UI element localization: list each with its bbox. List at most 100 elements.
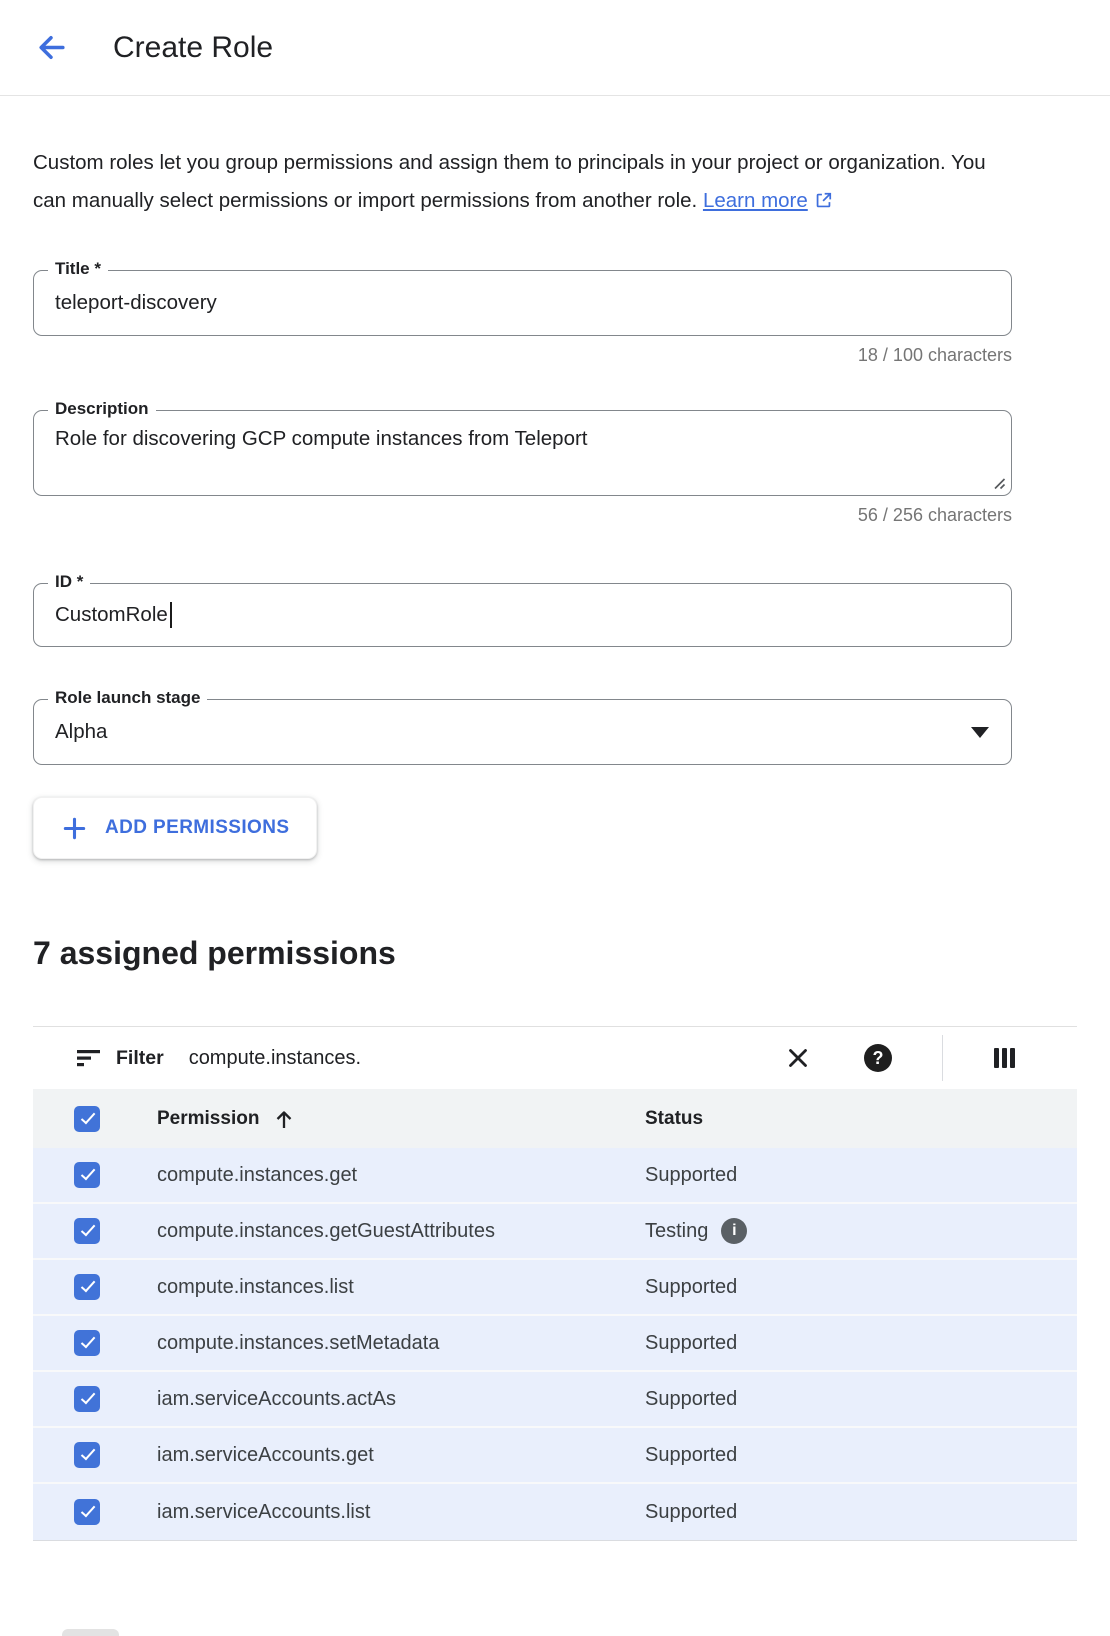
status-label: Supported: [645, 1501, 737, 1524]
table-row[interactable]: iam.serviceAccounts.list Supported: [33, 1484, 1077, 1540]
dropdown-arrow-icon: [971, 727, 989, 738]
column-display-button[interactable]: [991, 1044, 1019, 1072]
row-checkbox[interactable]: [74, 1162, 100, 1188]
description-field-label: Description: [48, 399, 156, 419]
toolbar-divider: [942, 1035, 943, 1081]
intro-text: Custom roles let you group permissions a…: [33, 144, 1008, 220]
id-field-label: ID *: [48, 572, 90, 592]
filter-input[interactable]: compute.instances.: [189, 1047, 361, 1070]
help-icon: ?: [864, 1044, 892, 1072]
permissions-rows: compute.instances.get Supported compute.…: [33, 1148, 1077, 1541]
checkmark-icon: [80, 1502, 95, 1517]
table-row[interactable]: iam.serviceAccounts.get Supported: [33, 1428, 1077, 1484]
table-row[interactable]: compute.instances.getGuestAttributes Tes…: [33, 1204, 1077, 1260]
checkmark-icon: [80, 1165, 95, 1180]
row-checkbox[interactable]: [74, 1386, 100, 1412]
status-cell: Supported: [645, 1276, 1077, 1299]
checkmark-icon: [80, 1333, 95, 1348]
row-checkbox-cell: [33, 1442, 157, 1468]
assigned-permissions-heading: 7 assigned permissions: [33, 935, 1077, 972]
row-checkbox-cell: [33, 1274, 157, 1300]
create-role-form: Custom roles let you group permissions a…: [0, 144, 1110, 1541]
title-field-group: Title *: [33, 270, 1012, 336]
table-row[interactable]: compute.instances.list Supported: [33, 1260, 1077, 1316]
stage-select[interactable]: Alpha: [34, 700, 1011, 764]
table-row[interactable]: compute.instances.setMetadata Supported: [33, 1316, 1077, 1372]
checkmark-icon: [80, 1445, 95, 1460]
resize-handle-icon[interactable]: [991, 475, 1006, 490]
status-cell: Supported: [645, 1444, 1077, 1467]
page-header: Create Role: [0, 0, 1110, 96]
page-title: Create Role: [113, 31, 273, 65]
row-checkbox[interactable]: [74, 1274, 100, 1300]
filter-toolbar-actions: ?: [782, 1035, 1019, 1081]
filter-icon: [77, 1047, 102, 1069]
status-cell: Testing i: [645, 1218, 1077, 1244]
title-field-label: Title *: [48, 259, 108, 279]
description-input[interactable]: Role for discovering GCP compute instanc…: [34, 411, 1011, 495]
id-value: CustomRole: [55, 603, 168, 627]
title-input[interactable]: [34, 271, 1011, 335]
row-checkbox-cell: [33, 1218, 157, 1244]
stage-field-group: Role launch stage Alpha: [33, 699, 1012, 765]
filter-label: Filter: [116, 1047, 164, 1070]
row-checkbox-cell: [33, 1386, 157, 1412]
status-cell: Supported: [645, 1501, 1077, 1524]
intro-copy: Custom roles let you group permissions a…: [33, 151, 986, 212]
permission-column-header[interactable]: Permission: [157, 1108, 645, 1130]
view-columns-icon: [993, 1046, 1017, 1070]
cutoff-bottom-button[interactable]: [62, 1629, 119, 1636]
back-button[interactable]: [33, 30, 69, 66]
stage-field-label: Role launch stage: [48, 688, 207, 708]
permission-cell: compute.instances.setMetadata: [157, 1332, 645, 1355]
add-permissions-button[interactable]: ADD PERMISSIONS: [33, 797, 317, 859]
title-char-counter: 18 / 100 characters: [33, 345, 1012, 366]
learn-more-link[interactable]: Learn more: [703, 189, 833, 212]
checkmark-icon: [80, 1221, 95, 1236]
row-checkbox[interactable]: [74, 1330, 100, 1356]
status-cell: Supported: [645, 1388, 1077, 1411]
external-link-icon: [814, 191, 833, 210]
info-icon[interactable]: i: [721, 1218, 747, 1244]
status-label: Testing: [645, 1220, 708, 1243]
learn-more-label: Learn more: [703, 189, 808, 212]
status-label: Supported: [645, 1164, 737, 1187]
select-all-cell: [33, 1106, 157, 1132]
status-label: Supported: [645, 1388, 737, 1411]
checkmark-icon: [80, 1389, 95, 1404]
status-cell: Supported: [645, 1164, 1077, 1187]
filter-toolbar: Filter compute.instances. ?: [33, 1027, 1077, 1089]
status-label: Supported: [645, 1444, 737, 1467]
row-checkbox-cell: [33, 1330, 157, 1356]
status-label: Supported: [645, 1276, 737, 1299]
add-permissions-label: ADD PERMISSIONS: [105, 817, 289, 839]
table-row[interactable]: compute.instances.get Supported: [33, 1148, 1077, 1204]
table-row[interactable]: iam.serviceAccounts.actAs Supported: [33, 1372, 1077, 1428]
row-checkbox[interactable]: [74, 1499, 100, 1525]
text-caret: [170, 602, 172, 628]
plus-icon: [61, 815, 88, 842]
row-checkbox[interactable]: [74, 1442, 100, 1468]
row-checkbox-cell: [33, 1162, 157, 1188]
table-header-row: Permission Status: [33, 1089, 1077, 1148]
clear-filter-button[interactable]: [782, 1042, 814, 1074]
status-cell: Supported: [645, 1332, 1077, 1355]
permission-column-label: Permission: [157, 1108, 259, 1130]
permission-cell: iam.serviceAccounts.actAs: [157, 1388, 645, 1411]
permission-cell: compute.instances.get: [157, 1164, 645, 1187]
row-checkbox[interactable]: [74, 1218, 100, 1244]
id-input[interactable]: CustomRole: [34, 584, 1011, 646]
sort-ascending-icon: [273, 1108, 295, 1130]
checkmark-icon: [80, 1109, 95, 1124]
arrow-back-icon: [35, 31, 68, 64]
permission-cell: compute.instances.list: [157, 1276, 645, 1299]
permission-cell: iam.serviceAccounts.get: [157, 1444, 645, 1467]
close-icon: [784, 1044, 812, 1072]
select-all-checkbox[interactable]: [74, 1106, 100, 1132]
help-button[interactable]: ?: [862, 1042, 894, 1074]
permission-cell: compute.instances.getGuestAttributes: [157, 1220, 645, 1243]
permissions-table-card: Filter compute.instances. ?: [33, 1026, 1077, 1541]
description-field-group: Description Role for discovering GCP com…: [33, 410, 1012, 496]
status-column-header: Status: [645, 1108, 1077, 1130]
permission-cell: iam.serviceAccounts.list: [157, 1501, 645, 1524]
